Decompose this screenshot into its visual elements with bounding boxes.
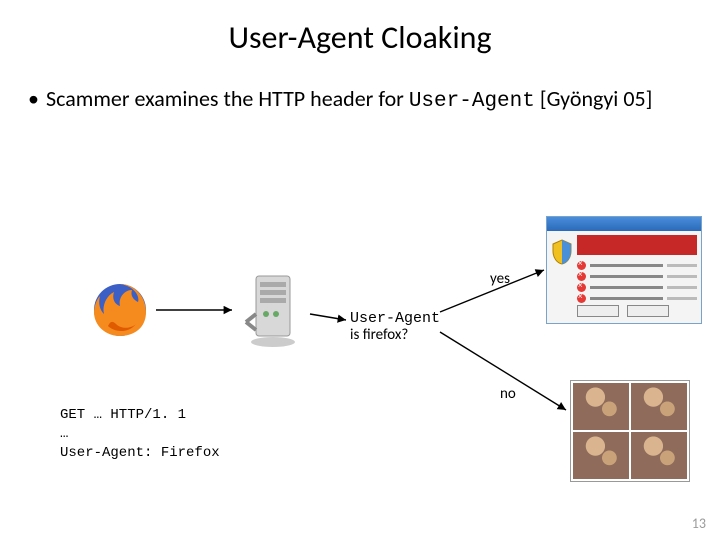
page-number: 13 <box>692 515 706 532</box>
fake-security-alert <box>546 216 702 324</box>
alert-button <box>627 305 669 317</box>
label-no: no <box>500 385 516 403</box>
spam-content-thumbnail <box>570 380 690 482</box>
photo-cell <box>631 383 687 430</box>
shield-icon <box>551 239 573 265</box>
slide: User-Agent Cloaking •Scammer examines th… <box>0 0 720 540</box>
photo-cell <box>573 383 629 430</box>
alert-red-banner <box>577 235 697 255</box>
bullet-point: •Scammer examines the HTTP header for Us… <box>28 85 720 115</box>
bullet-text-suffix: [Gyöngyi 05] <box>535 85 653 112</box>
decision-line1: User-Agent <box>350 310 440 327</box>
alert-button <box>577 305 619 317</box>
slide-title: User-Agent Cloaking <box>0 18 720 57</box>
bullet-text-prefix: Scammer examines the HTTP header for <box>46 85 409 112</box>
alert-threat-list <box>577 261 697 305</box>
http-request-snippet: GET … HTTP/1. 1 … User-Agent: Firefox <box>60 406 220 463</box>
label-yes: yes <box>490 270 510 288</box>
decision-line2: is firefox? <box>350 326 408 344</box>
bullet-code: User-Agent <box>409 90 535 113</box>
photo-cell <box>631 432 687 479</box>
bullet-marker: • <box>28 85 46 113</box>
decision-node: User-Agent is firefox? <box>350 310 440 345</box>
diagram-area: User-Agent is firefox? yes no GET … HTTP… <box>0 210 720 510</box>
photo-cell <box>573 432 629 479</box>
window-titlebar <box>547 217 701 231</box>
